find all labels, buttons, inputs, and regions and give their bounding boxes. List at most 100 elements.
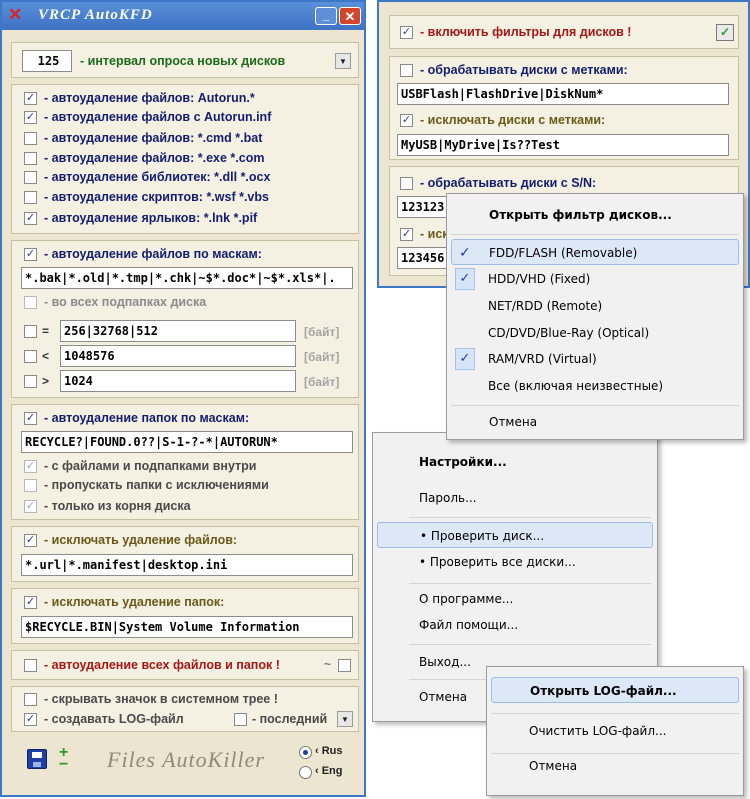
filter-menu-item-4[interactable]: ✓ RAM/VRD (Virtual) — [447, 346, 743, 372]
folders-opt-label-2: - только из корня диска — [44, 499, 191, 513]
exclude-files-checkbox[interactable]: ✓ — [24, 534, 37, 547]
lang-eng-radio[interactable] — [299, 766, 312, 779]
autodel-checkbox-3[interactable] — [24, 152, 37, 165]
last-log-dropdown[interactable]: ▼ — [337, 711, 353, 727]
autodel-checkbox-4[interactable] — [24, 171, 37, 184]
folders-opt-checkbox-2[interactable]: ✓ — [24, 500, 37, 513]
mask-files-section: ✓ - автоудаление файлов по маскам: *.bak… — [11, 240, 359, 398]
labels-excl-input[interactable]: MyUSB|MyDrive|Is??Test — [397, 134, 729, 156]
filter-menu-open[interactable]: Открыть фильтр дисков... — [447, 202, 743, 228]
mask-folders-section: ✓ - автоудаление папок по маскам: RECYCL… — [11, 404, 359, 520]
save-icon[interactable] — [27, 749, 47, 769]
autodel-label-3: - автоудаление файлов: *.exe *.com — [44, 151, 265, 165]
create-log-label: - создавать LOG-файл — [44, 712, 184, 726]
size-lt-checkbox[interactable] — [24, 350, 37, 363]
folders-opt-checkbox-1[interactable] — [24, 479, 37, 492]
subfolders-label: - во всех подпапках диска — [44, 295, 207, 309]
size-gt-input[interactable]: 1024 — [60, 370, 296, 392]
filter-menu-separator-1 — [451, 234, 739, 235]
mask-folders-input[interactable]: RECYCLE?|FOUND.0??|S-1-?-*|AUTORUN* — [21, 431, 353, 453]
filter-menu-item-label-3: CD/DVD/Blue-Ray (Optical) — [488, 326, 650, 340]
folders-opt-label-0: - с файлами и подпапками внутри — [44, 459, 257, 473]
interval-dropdown[interactable]: ▼ — [335, 53, 351, 69]
menu-check-disk[interactable]: • Проверить диск... — [377, 522, 653, 548]
save-icon-label — [32, 752, 42, 758]
check-icon: ✓ — [455, 268, 475, 290]
autodel-checkbox-0[interactable]: ✓ — [24, 92, 37, 105]
autodel-checkbox-5[interactable] — [24, 191, 37, 204]
mask-files-checkbox[interactable]: ✓ — [24, 248, 37, 261]
log-menu-separator-1 — [491, 713, 739, 714]
close-button[interactable]: ✕ — [339, 7, 361, 25]
menu-separator-2 — [409, 583, 651, 584]
size-eq-checkbox[interactable] — [24, 325, 37, 338]
size-gt-checkbox[interactable] — [24, 375, 37, 388]
autodel-checkbox-6[interactable]: ✓ — [24, 212, 37, 225]
lang-eng-label: ‹ Eng — [315, 765, 343, 777]
delete-all-label: - автоудаление всех файлов и папок ! — [44, 658, 280, 672]
filter-enable-section: ✓ - включить фильтры для дисков ! ✓ — [389, 15, 739, 49]
filter-menu-item-label-2: NET/RDD (Remote) — [488, 299, 603, 313]
last-log-checkbox[interactable] — [234, 713, 247, 726]
menu-about[interactable]: О программе... — [373, 586, 657, 612]
mask-files-label: - автоудаление файлов по маскам: — [44, 247, 262, 261]
menu-separator-1 — [409, 517, 651, 518]
mask-folders-checkbox[interactable]: ✓ — [24, 412, 37, 425]
delete-all-confirm-checkbox[interactable] — [338, 659, 351, 672]
size-eq-input[interactable]: 256|32768|512 — [60, 320, 296, 342]
tray-log-section: - скрывать значок в системном трее ! ✓ -… — [11, 686, 359, 732]
filter-menu-item-3[interactable]: CD/DVD/Blue-Ray (Optical) — [447, 320, 743, 346]
add-icon[interactable]: + − — [59, 745, 68, 773]
minimize-button[interactable]: _ — [315, 7, 337, 25]
labels-proc-checkbox[interactable] — [400, 64, 413, 77]
lang-rus-label: ‹ Rus — [315, 745, 343, 757]
sn-proc-checkbox[interactable] — [400, 177, 413, 190]
filter-menu-item-1[interactable]: ✓ HDD/VHD (Fixed) — [447, 266, 743, 292]
labels-proc-input[interactable]: USBFlash|FlashDrive|DiskNum* — [397, 83, 729, 105]
lang-rus-radio-dot — [303, 750, 308, 755]
exclude-folders-section: ✓ - исключать удаление папок: $RECYCLE.B… — [11, 588, 359, 644]
exclude-folders-input[interactable]: $RECYCLE.BIN|System Volume Information — [21, 616, 353, 638]
menu-help[interactable]: Файл помощи... — [373, 612, 657, 638]
folders-opt-checkbox-0[interactable]: ✓ — [24, 460, 37, 473]
exclude-folders-checkbox[interactable]: ✓ — [24, 596, 37, 609]
filter-enable-checkbox[interactable]: ✓ — [400, 26, 413, 39]
menu-check-all-disks[interactable]: • Проверить все диски... — [373, 549, 657, 575]
menu-password[interactable]: Пароль... — [373, 485, 657, 511]
interval-input[interactable]: 125 — [22, 50, 72, 72]
interval-section: 125 - интервал опроса новых дисков ▼ — [11, 42, 359, 78]
mask-folders-label: - автоудаление папок по маскам: — [44, 411, 250, 425]
menu-settings[interactable]: Настройки... — [373, 449, 657, 475]
hide-tray-checkbox[interactable] — [24, 693, 37, 706]
filter-context-menu: Открыть фильтр дисков... ✓ FDD/FLASH (Re… — [446, 193, 744, 440]
filter-labels-section: - обрабатывать диски с метками: USBFlash… — [389, 56, 739, 160]
subfolders-checkbox[interactable] — [24, 296, 37, 309]
create-log-checkbox[interactable]: ✓ — [24, 713, 37, 726]
labels-excl-checkbox[interactable]: ✓ — [400, 114, 413, 127]
filter-apply-icon[interactable]: ✓ — [716, 24, 734, 41]
autodel-checkbox-1[interactable]: ✓ — [24, 111, 37, 124]
size-lt-input[interactable]: 1048576 — [60, 345, 296, 367]
sn-excl-checkbox[interactable]: ✓ — [400, 228, 413, 241]
exclude-folders-label: - исключать удаление папок: — [44, 595, 225, 609]
folders-opt-label-1: - пропускать папки с исключениями — [44, 478, 269, 492]
size-gt-unit: [байт] — [304, 375, 340, 389]
autodel-checkbox-2[interactable] — [24, 132, 37, 145]
log-context-menu: Открыть LOG-файл... Очистить LOG-файл...… — [486, 666, 744, 796]
delete-all-checkbox[interactable] — [24, 659, 37, 672]
lang-rus-radio[interactable] — [299, 746, 312, 759]
mask-files-input[interactable]: *.bak|*.old|*.tmp|*.chk|~$*.doc*|~$*.xls… — [21, 267, 353, 289]
log-menu-clear[interactable]: Очистить LOG-файл... — [487, 718, 743, 744]
filter-menu-cancel[interactable]: Отмена — [447, 409, 743, 435]
filter-menu-item-2[interactable]: NET/RDD (Remote) — [447, 293, 743, 319]
log-menu-cancel[interactable]: Отмена — [487, 753, 743, 779]
filter-menu-item-0[interactable]: ✓ FDD/FLASH (Removable) — [451, 239, 739, 265]
log-menu-open[interactable]: Открыть LOG-файл... — [491, 677, 739, 703]
size-eq-symbol: = — [42, 324, 50, 338]
exclude-files-input[interactable]: *.url|*.manifest|desktop.ini — [21, 554, 353, 576]
size-lt-symbol: < — [42, 349, 50, 363]
menu-separator-3 — [409, 644, 651, 645]
filter-menu-item-5[interactable]: Все (включая неизвестные) — [447, 373, 743, 399]
filter-menu-item-label-0: FDD/FLASH (Removable) — [489, 246, 638, 260]
sn-excl-label: - иск — [420, 227, 449, 241]
